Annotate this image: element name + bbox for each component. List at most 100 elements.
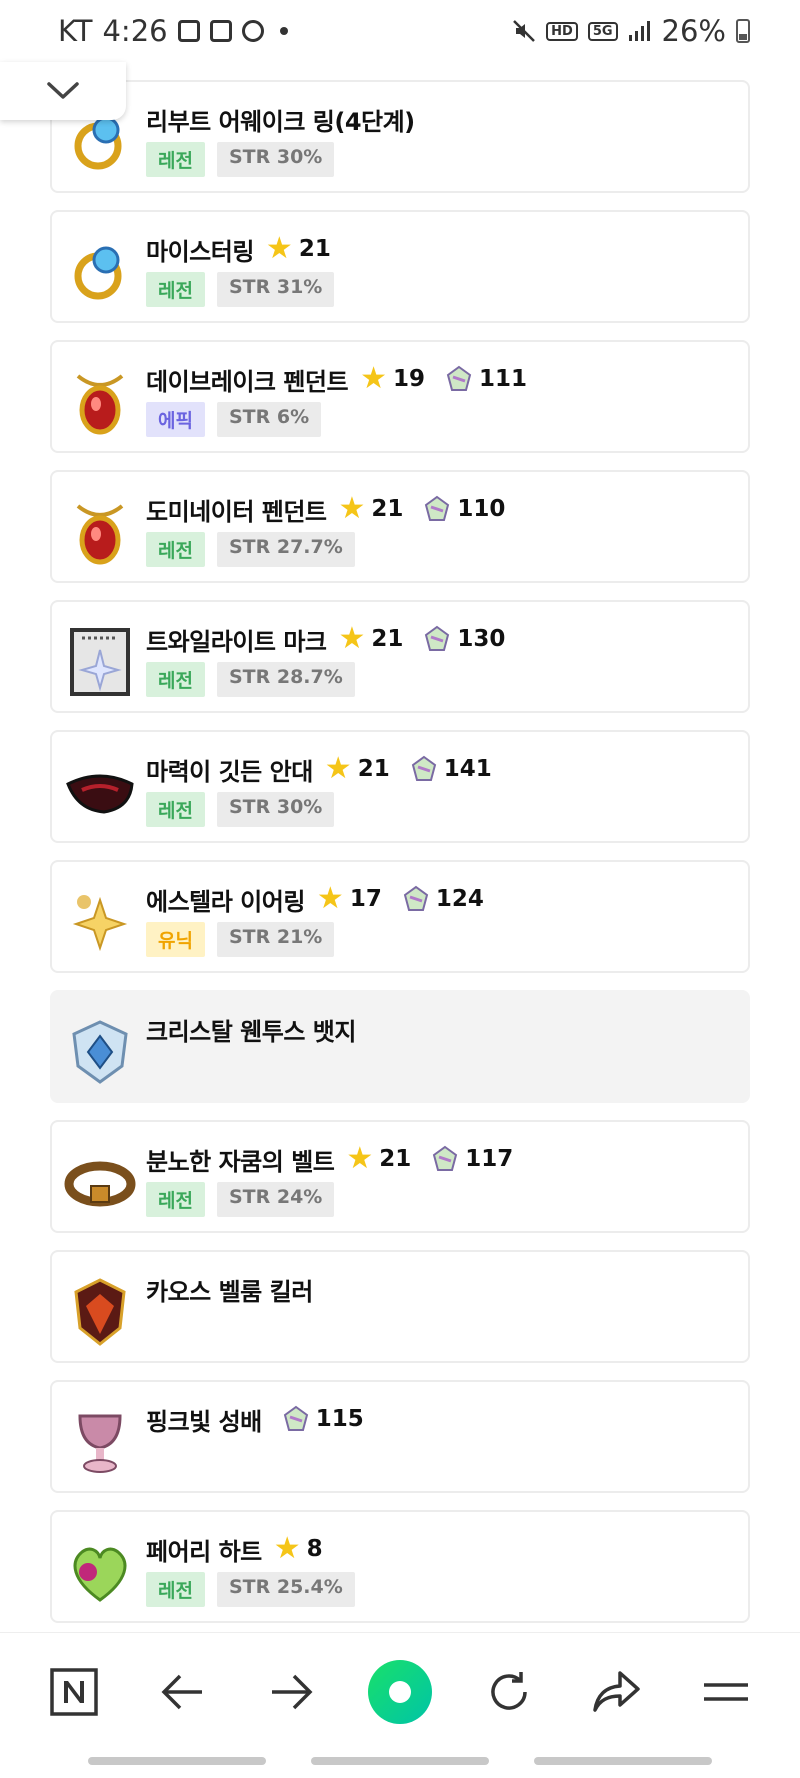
item-name: 도미네이터 펜던트 <box>146 497 327 526</box>
item-title-row: 마력이 깃든 안대 ★ 21 141 <box>146 752 492 786</box>
grade-badge: 레전 <box>146 792 205 827</box>
star-force-count: 19 <box>392 366 425 392</box>
home-gesture-bar[interactable] <box>311 1757 489 1765</box>
item-title-row: 크리스탈 웬투스 뱃지 <box>146 1012 356 1046</box>
equipment-item-card[interactable]: 카오스 벨룸 킬러 <box>50 1250 750 1363</box>
equipment-item-card[interactable]: 마이스터링 ★ 21 레전 STR 31% <box>50 210 750 323</box>
belt-icon <box>64 1146 136 1218</box>
browser-bottom-bar <box>0 1632 800 1778</box>
star-force-count: 21 <box>298 236 331 262</box>
alarm-icon <box>241 20 264 42</box>
more-notifications-icon <box>279 27 288 35</box>
item-title-row: 페어리 하트 ★ 8 <box>146 1532 323 1566</box>
star-force-icon: ★ <box>324 751 352 786</box>
grade-badge: 레전 <box>146 532 205 567</box>
mute-icon <box>513 20 536 42</box>
heart-icon <box>64 1536 136 1608</box>
star-force-icon: ★ <box>273 1531 301 1566</box>
item-title-row: 카오스 벨룸 킬러 <box>146 1272 313 1306</box>
item-name: 데이브레이크 펜던트 <box>146 367 349 396</box>
potential-gem-icon <box>433 1145 458 1171</box>
potential-gem-icon <box>283 1405 308 1431</box>
collapse-button[interactable] <box>0 62 126 120</box>
equipment-item-card[interactable]: 에스텔라 이어링 ★ 17 124 유닉 STR 21% <box>50 860 750 973</box>
back-gesture-bar[interactable] <box>534 1757 712 1765</box>
item-name: 핑크빛 성배 <box>146 1407 262 1436</box>
item-level-value: 115 <box>315 1406 364 1432</box>
item-level-value: 110 <box>457 496 506 522</box>
carrier-label: KT <box>58 14 93 48</box>
item-name: 리부트 어웨이크 링(4단계) <box>146 107 415 136</box>
item-badges: 레전 STR 28.7% <box>146 662 355 697</box>
equipment-item-card[interactable]: 리부트 어웨이크 링(4단계) 레전 STR 30% <box>50 80 750 193</box>
menu-icon <box>703 1683 748 1701</box>
item-title-row: 데이브레이크 펜던트 ★ 19 111 <box>146 362 527 396</box>
stat-badge: STR 21% <box>216 922 335 957</box>
item-title-row: 핑크빛 성배 115 <box>146 1402 364 1436</box>
browser-nav <box>0 1633 800 1751</box>
signal-icon <box>628 21 650 41</box>
mark-icon <box>64 626 136 698</box>
stat-badge: STR 24% <box>216 1182 335 1217</box>
refresh-icon <box>490 1672 527 1710</box>
item-name: 에스텔라 이어링 <box>146 887 305 916</box>
star-force-count: 21 <box>379 1146 412 1172</box>
star-force-icon: ★ <box>316 881 344 916</box>
stat-badge: STR 30% <box>216 792 335 827</box>
equipment-item-card[interactable]: 페어리 하트 ★ 8 레전 STR 25.4% <box>50 1510 750 1623</box>
menu-button[interactable] <box>691 1657 761 1727</box>
star-force-icon: ★ <box>338 491 366 526</box>
star-force-count: 21 <box>371 496 404 522</box>
star-force-count: 17 <box>349 886 382 912</box>
equipment-item-card[interactable]: 트와일라이트 마크 ★ 21 130 레전 STR 28.7% <box>50 600 750 713</box>
potential-gem-icon <box>425 625 450 651</box>
equipment-item-card[interactable]: 도미네이터 펜던트 ★ 21 110 레전 STR 27.7% <box>50 470 750 583</box>
equipment-item-card[interactable]: 마력이 깃든 안대 ★ 21 141 레전 STR 30% <box>50 730 750 843</box>
status-bar: KT 4:26 HD 5G 26% <box>0 0 800 62</box>
item-badges: 에픽 STR 6% <box>146 402 322 437</box>
naver-home-button[interactable] <box>39 1657 109 1727</box>
equipment-item-card[interactable]: 핑크빛 성배 115 <box>50 1380 750 1493</box>
item-name: 마이스터링 <box>146 237 254 266</box>
star-force-count: 8 <box>306 1536 323 1562</box>
back-arrow-icon <box>161 1674 202 1710</box>
chalice-icon <box>64 1406 136 1478</box>
item-title-row: 마이스터링 ★ 21 <box>146 232 331 266</box>
item-name: 크리스탈 웬투스 뱃지 <box>146 1017 356 1046</box>
potential-gem-icon <box>446 365 472 391</box>
grade-badge: 레전 <box>146 662 205 697</box>
item-name: 마력이 깃든 안대 <box>146 757 313 786</box>
refresh-button[interactable] <box>474 1657 544 1727</box>
grade-badge: 레전 <box>146 272 205 307</box>
forward-button[interactable] <box>256 1657 326 1727</box>
potential-gem-icon <box>411 755 436 781</box>
back-button[interactable] <box>148 1657 218 1727</box>
item-badges: 유닉 STR 21% <box>146 922 335 957</box>
green-dot-button[interactable] <box>365 1657 435 1727</box>
notification-icon <box>209 20 232 42</box>
status-left: KT 4:26 <box>58 14 288 48</box>
star-force-count: 21 <box>357 756 390 782</box>
stat-badge: STR 6% <box>216 402 322 437</box>
item-name: 트와일라이트 마크 <box>146 627 327 656</box>
potential-gem-icon <box>403 885 428 911</box>
item-level-value: 117 <box>465 1146 514 1172</box>
equipment-item-card[interactable]: 분노한 자쿰의 벨트 ★ 21 117 레전 STR 24% <box>50 1120 750 1233</box>
recents-gesture-bar[interactable] <box>88 1757 266 1765</box>
item-badges: 레전 STR 24% <box>146 1182 335 1217</box>
status-right: HD 5G 26% <box>512 14 750 48</box>
item-level-value: 130 <box>457 626 506 652</box>
equipment-item-card[interactable]: 데이브레이크 펜던트 ★ 19 111 에픽 STR 6% <box>50 340 750 453</box>
green-dot-icon <box>367 1660 432 1724</box>
item-level-value: 111 <box>479 366 528 392</box>
eyepatch-icon <box>64 756 136 828</box>
item-name: 분노한 자쿰의 벨트 <box>146 1147 335 1176</box>
equipment-item-card[interactable]: 크리스탈 웬투스 뱃지 <box>50 990 750 1103</box>
ring-icon <box>64 236 136 308</box>
badge-icon <box>64 1016 136 1088</box>
star-force-icon: ★ <box>346 1141 374 1176</box>
share-button[interactable] <box>582 1657 652 1727</box>
stat-badge: STR 28.7% <box>216 662 355 697</box>
item-title-row: 분노한 자쿰의 벨트 ★ 21 117 <box>146 1142 513 1176</box>
forward-arrow-icon <box>272 1674 313 1710</box>
